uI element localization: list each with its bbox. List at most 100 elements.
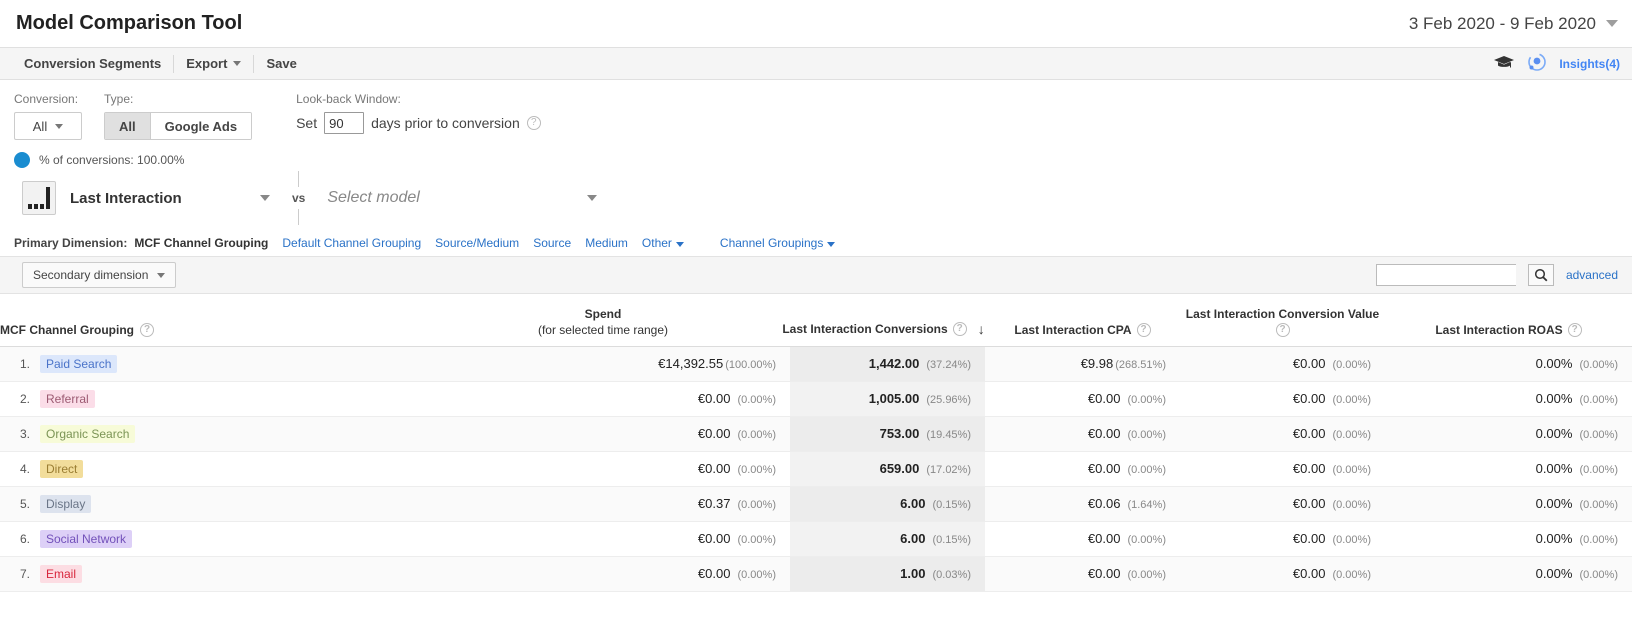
roas-value: 0.00% (1535, 426, 1573, 441)
chevron-down-icon (827, 242, 836, 247)
cpa-value: €0.06 (1087, 496, 1121, 511)
spend-percent: (100.00%) (725, 359, 776, 371)
search-button[interactable] (1527, 264, 1554, 286)
cpa-percent: (268.51%) (1115, 359, 1166, 371)
insights-label[interactable]: Insights(4) (1559, 57, 1620, 71)
roas-value-cell: 0.00% (0.00%) (1385, 451, 1632, 487)
conversion-label: Conversion: (14, 92, 79, 106)
chevron-down-icon[interactable] (1606, 20, 1618, 27)
help-icon[interactable]: ? (1136, 322, 1151, 337)
table-row[interactable]: 6. Social Network €0.00 (0.00%) 6.00 (0.15%) €… (0, 521, 1632, 557)
col-header-spend[interactable]: Spend (for selected time range) (430, 294, 790, 347)
table-row[interactable]: 4. Direct €0.00 (0.00%) 659.00 (17.02%) €0.00 (… (0, 451, 1632, 487)
col-header-conversion-value-label: Last Interaction Conversion Value (1185, 306, 1380, 321)
conversion-value-percent: (0.00%) (1332, 464, 1371, 476)
help-icon[interactable]: ? (952, 321, 967, 336)
channel-chip[interactable]: Email (40, 564, 83, 583)
primary-dimension-source[interactable]: Source (533, 236, 571, 250)
channel-cell[interactable]: 2. Referral (0, 381, 430, 417)
row-index: 7. (19, 566, 30, 581)
channel-cell[interactable]: 4. Direct (0, 451, 430, 487)
cpa-value: €0.00 (1087, 461, 1121, 476)
conversion-select-value: All (32, 118, 48, 134)
channel-cell[interactable]: 6. Social Network (0, 521, 430, 557)
help-icon[interactable]: ? (1567, 322, 1582, 337)
type-option-google-ads[interactable]: Google Ads (149, 113, 252, 139)
row-index: 2. (19, 391, 30, 406)
vs-label: vs (292, 191, 306, 205)
report-table-body: 1. Paid Search €14,392.55 (100.00%) 1,442.00… (0, 346, 1632, 592)
conversion-value-value: €0.00 (1292, 426, 1326, 441)
col-header-mcf-channel-grouping[interactable]: MCF Channel Grouping ? (0, 294, 430, 347)
channel-cell[interactable]: 5. Display (0, 486, 430, 522)
date-range-label: 3 Feb 2020 - 9 Feb 2020 (1408, 13, 1596, 33)
export-button[interactable]: Export (174, 54, 255, 73)
channel-chip[interactable]: Social Network (40, 529, 133, 548)
cpa-value: €0.00 (1087, 426, 1121, 441)
search-input[interactable] (1375, 264, 1516, 286)
page-title: Model Comparison Tool (16, 12, 243, 34)
channel-chip[interactable]: Display (40, 494, 92, 513)
channel-cell[interactable]: 1. Paid Search (0, 346, 430, 382)
chevron-down-icon (233, 61, 242, 66)
action-bar-right: Insights(4) (1493, 52, 1620, 75)
lookback-days-input[interactable] (324, 112, 365, 134)
channel-chip[interactable]: Paid Search (40, 354, 118, 373)
cpa-value: €0.00 (1087, 531, 1121, 546)
advanced-link[interactable]: advanced (1566, 268, 1618, 282)
channel-chip[interactable]: Referral (40, 389, 95, 408)
table-row[interactable]: 5. Display €0.37 (0.00%) 6.00 (0.15%) €0.06 (1.… (0, 486, 1632, 522)
cpa-value-cell: €9.98 (268.51%) (985, 346, 1180, 382)
conversion-segments-label: Conversion Segments (24, 55, 162, 71)
help-icon[interactable]: ? (140, 322, 154, 337)
conversion-value-value: €0.00 (1292, 356, 1326, 371)
conversions-value-cell: 6.00 (0.15%) (790, 486, 985, 522)
channel-cell[interactable]: 7. Email (0, 556, 430, 592)
channel-chip[interactable]: Organic Search (40, 424, 136, 443)
help-icon[interactable]: ? (1275, 322, 1290, 337)
conversion-segments-button[interactable]: Conversion Segments (12, 54, 175, 73)
col-header-conversion-value[interactable]: Last Interaction Conversion Value ? (1180, 294, 1385, 347)
spend-value-cell: €0.00 (0.00%) (430, 416, 790, 452)
date-range-picker[interactable]: 3 Feb 2020 - 9 Feb 2020 (1409, 14, 1618, 34)
lookback-row: Set days prior to conversion ? (296, 112, 541, 134)
roas-value: 0.00% (1535, 531, 1573, 546)
primary-dimension-active[interactable]: MCF Channel Grouping (134, 236, 268, 250)
channel-chip[interactable]: Direct (40, 459, 84, 478)
model-a-chevron-down-icon[interactable] (260, 195, 270, 201)
channel-groupings-menu[interactable]: Channel Groupings (720, 236, 836, 250)
conversion-select[interactable]: All (14, 112, 82, 140)
table-row[interactable]: 3. Organic Search €0.00 (0.00%) 753.00 (19.45… (0, 416, 1632, 452)
table-row[interactable]: 1. Paid Search €14,392.55 (100.00%) 1,442.00… (0, 346, 1632, 382)
roas-value-cell: 0.00% (0.00%) (1385, 416, 1632, 452)
last-interaction-bars-icon[interactable] (22, 181, 56, 215)
help-icon[interactable]: ? (526, 116, 541, 130)
channel-cell[interactable]: 3. Organic Search (0, 416, 430, 452)
col-header-conversions[interactable]: Last Interaction Conversions ? ↓ (782, 294, 985, 347)
col-header-cpa[interactable]: Last Interaction CPA ? (985, 294, 1180, 347)
conversions-value: 6.00 (900, 531, 926, 546)
table-row[interactable]: 7. Email €0.00 (0.00%) 1.00 (0.03%) €0.00 (0.00… (0, 556, 1632, 592)
save-button[interactable]: Save (254, 55, 308, 73)
model-b-chevron-down-icon[interactable] (587, 195, 598, 201)
type-option-all[interactable]: All (105, 113, 150, 139)
conversion-controls: Conversion: All Type: All Google Ads Loo… (0, 80, 1632, 168)
secondary-dimension-button[interactable]: Secondary dimension (22, 262, 177, 288)
spend-value: €0.00 (697, 426, 731, 441)
vs-line-top (298, 171, 300, 187)
table-row[interactable]: 2. Referral €0.00 (0.00%) 1,005.00 (25.96%) €0… (0, 381, 1632, 417)
col-header-roas[interactable]: Last Interaction ROAS ? (1385, 294, 1632, 347)
primary-dimension-other[interactable]: Other (642, 236, 684, 250)
search-icon (1534, 268, 1548, 282)
graduation-cap-icon[interactable] (1493, 55, 1515, 73)
roas-value: 0.00% (1535, 566, 1573, 581)
insights-icon[interactable] (1527, 52, 1547, 75)
cpa-percent: (1.64%) (1127, 499, 1166, 511)
primary-dimension-default-channel-grouping[interactable]: Default Channel Grouping (282, 236, 421, 250)
cpa-percent: (0.00%) (1127, 464, 1166, 476)
model-b-placeholder[interactable]: Select model (327, 189, 587, 207)
sort-desc-arrow-icon[interactable]: ↓ (978, 321, 985, 337)
col-header-cpa-label: Last Interaction CPA (1014, 322, 1132, 337)
primary-dimension-source-medium[interactable]: Source/Medium (435, 236, 519, 250)
primary-dimension-medium[interactable]: Medium (585, 236, 628, 250)
